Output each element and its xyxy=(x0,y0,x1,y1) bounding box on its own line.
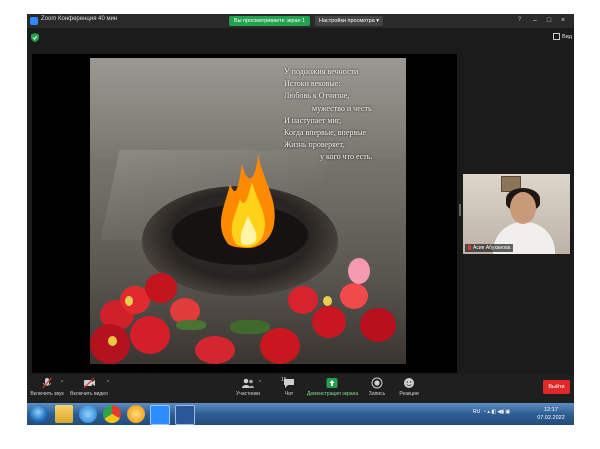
audio-options-chevron[interactable]: ^ xyxy=(61,380,63,386)
view-options-button[interactable]: Настройки просмотра ▾ xyxy=(315,16,383,26)
system-tray[interactable]: RU ◔ ▴ ◧ ◀▮ ▣ xyxy=(473,409,510,415)
chat-button[interactable]: Чат xyxy=(279,377,299,397)
record-label: Запись xyxy=(368,391,386,397)
participant-name-label: Асия Абуханова xyxy=(465,244,514,252)
view-icon xyxy=(553,33,560,40)
chat-icon xyxy=(284,379,294,388)
carnation xyxy=(340,283,368,309)
shared-screen: У подножия вечности Истоки вековые: Любо… xyxy=(32,54,457,373)
share-screen-button[interactable]: Демонстрация экрана xyxy=(307,377,359,397)
mic-muted-icon xyxy=(468,245,471,251)
explorer-icon[interactable] xyxy=(55,405,73,423)
view-label: Вид xyxy=(562,33,572,40)
participant-name: Асия Абуханова xyxy=(473,245,511,251)
view-button[interactable]: Вид xyxy=(553,33,572,40)
record-icon xyxy=(371,377,383,389)
word-icon[interactable] xyxy=(175,405,195,425)
record-button[interactable]: Запись xyxy=(365,377,389,397)
eternal-flame xyxy=(220,154,275,248)
clock-time: 12:17 xyxy=(544,407,558,413)
maximize-button[interactable]: □ xyxy=(544,16,554,25)
poem-line: мужество и честь xyxy=(312,103,372,113)
poem-line: У подножия вечности xyxy=(284,67,359,76)
unmute-label: Включить звук xyxy=(30,391,64,397)
media-icon[interactable] xyxy=(127,405,145,423)
carnation xyxy=(145,273,177,303)
poem-line: Жизнь проверяет, xyxy=(284,140,345,150)
reactions-label: Реакции xyxy=(399,391,419,397)
participants-label: Участники xyxy=(236,391,260,397)
carnation xyxy=(323,296,332,306)
zoom-icon xyxy=(30,17,38,25)
carnation xyxy=(260,328,300,364)
carnation xyxy=(348,258,370,284)
poem-line: Истоки вековые: xyxy=(284,79,341,89)
system-clock[interactable]: 12:17 07.02.2022 xyxy=(535,406,567,422)
video-options-chevron[interactable]: ^ xyxy=(107,380,109,386)
carnation xyxy=(360,308,396,342)
leaves xyxy=(176,320,206,330)
poem-line: у кого что есть. xyxy=(320,152,373,162)
slide-poem: У подножия вечности Истоки вековые: Любо… xyxy=(284,66,406,164)
share-banner[interactable]: Вы просматриваете экран 1 xyxy=(229,16,311,26)
leaves xyxy=(230,320,270,334)
carnation xyxy=(108,336,117,346)
meeting-toolbar: Включить звук ^ Включить видео ^ Участни… xyxy=(27,375,574,403)
language-indicator[interactable]: RU xyxy=(473,409,480,415)
zoom-app-icon[interactable] xyxy=(150,405,170,425)
close-button[interactable]: × xyxy=(558,16,568,25)
reactions-button[interactable]: Реакции xyxy=(395,377,423,397)
reactions-icon xyxy=(404,378,414,388)
carnation xyxy=(312,306,346,338)
participants-chevron[interactable]: ^ xyxy=(259,380,261,386)
zoom-window: Zoom Конференция 40 мин Вы просматривает… xyxy=(27,14,574,425)
windows-taskbar: RU ◔ ▴ ◧ ◀▮ ▣ 12:17 07.02.2022 xyxy=(27,403,574,425)
video-off-icon xyxy=(83,377,95,389)
mic-muted-icon xyxy=(42,377,52,389)
start-video-label: Включить видео xyxy=(70,391,108,397)
share-screen-label: Демонстрация экрана xyxy=(307,391,359,397)
carnation xyxy=(288,286,318,314)
minimize-button[interactable]: – xyxy=(530,16,540,25)
participant-video[interactable]: Асия Абуханова xyxy=(463,174,570,254)
presentation-slide: У подножия вечности Истоки вековые: Любо… xyxy=(90,58,406,364)
carnation xyxy=(195,336,235,364)
help-icon[interactable]: ? xyxy=(515,16,524,25)
leave-meeting-button[interactable]: Выйти xyxy=(543,380,570,394)
window-title: Zoom Конференция 40 мин xyxy=(41,16,118,22)
poem-line: И наступает миг, xyxy=(284,115,342,125)
panel-splitter[interactable] xyxy=(459,204,461,216)
clock-date: 07.02.2022 xyxy=(537,415,565,421)
carnation xyxy=(130,316,170,354)
shield-icon[interactable] xyxy=(31,33,39,42)
start-icon[interactable] xyxy=(30,405,48,423)
unmute-button[interactable]: Включить звук xyxy=(29,377,65,397)
tray-icons[interactable]: ◔ ▴ ◧ ◀▮ ▣ xyxy=(482,409,510,415)
chat-label: Чат xyxy=(284,391,294,397)
start-video-button[interactable]: Включить видео xyxy=(69,377,109,397)
chrome-icon[interactable] xyxy=(103,405,121,423)
share-screen-icon xyxy=(326,378,338,388)
participants-icon xyxy=(242,378,254,388)
participant-face xyxy=(510,192,536,224)
poem-line: Любовь к Отчизне, xyxy=(284,91,350,101)
ie-icon[interactable] xyxy=(79,405,97,423)
carnation xyxy=(125,296,133,306)
poem-line: Когда впервые, впервые xyxy=(284,128,367,138)
title-bar: Zoom Конференция 40 мин Вы просматривает… xyxy=(27,14,574,28)
